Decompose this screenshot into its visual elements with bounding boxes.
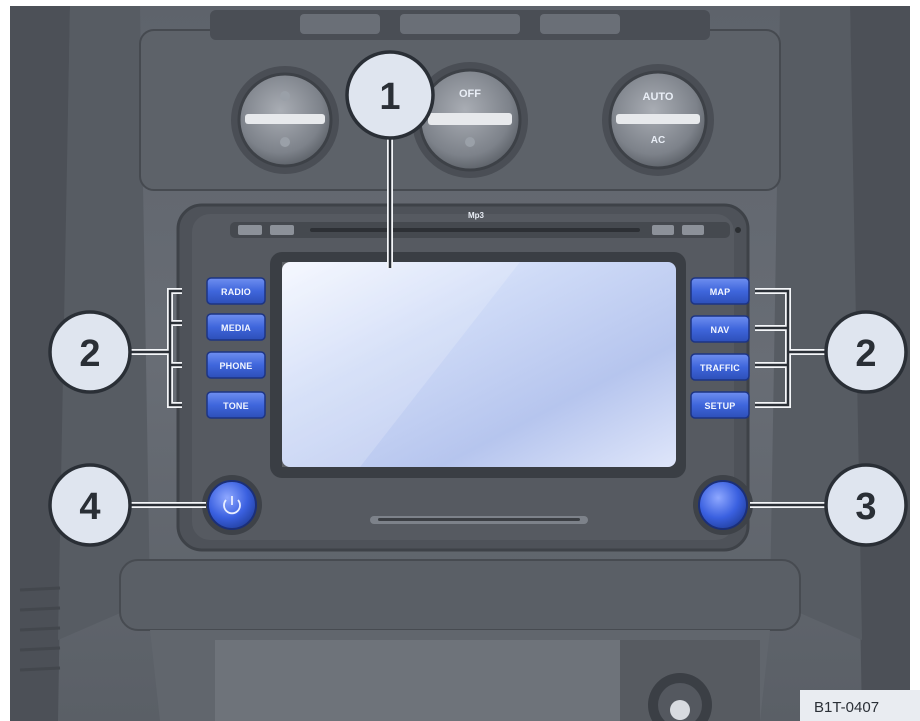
- callout-3: 3: [824, 463, 908, 547]
- callout-1-number: 1: [379, 76, 400, 118]
- callout-2-right: 2: [824, 310, 908, 394]
- setup-button[interactable]: SETUP: [690, 391, 750, 419]
- radio-navigation-figure: OFF AUTO AC Mp3 RADIO MEDIA PHONE TONE M…: [0, 0, 920, 721]
- map-button-label: MAP: [710, 287, 731, 297]
- figure-reference: B1T-0407: [800, 690, 920, 721]
- tone-button[interactable]: TONE: [206, 391, 266, 419]
- media-button[interactable]: MEDIA: [206, 313, 266, 341]
- phone-button-label: PHONE: [219, 361, 252, 371]
- map-button[interactable]: MAP: [690, 277, 750, 305]
- callout-4-number: 4: [79, 486, 100, 528]
- climate-knob-left[interactable]: [231, 66, 339, 174]
- tone-button-label: TONE: [223, 401, 249, 411]
- climate-knob-right[interactable]: AUTO AC: [602, 64, 714, 176]
- display-screen[interactable]: [270, 252, 686, 478]
- callout-4: 4: [48, 463, 132, 547]
- climate-auto-label: AUTO: [643, 91, 674, 103]
- traffic-button-label: TRAFFIC: [700, 363, 740, 373]
- radio-button-label: RADIO: [221, 287, 251, 297]
- callout-2-left-number: 2: [79, 333, 100, 375]
- power-volume-knob[interactable]: [202, 475, 262, 535]
- callout-2-left: 2: [48, 310, 132, 394]
- callout-1: 1: [345, 50, 435, 140]
- climate-ac-label: AC: [651, 135, 665, 146]
- callout-3-number: 3: [855, 486, 876, 528]
- climate-off-label: OFF: [459, 88, 481, 100]
- callout-2-right-number: 2: [855, 333, 876, 375]
- radio-button[interactable]: RADIO: [206, 277, 266, 305]
- nav-button-label: NAV: [711, 325, 730, 335]
- nav-button[interactable]: NAV: [690, 315, 750, 343]
- media-button-label: MEDIA: [221, 323, 251, 333]
- phone-button[interactable]: PHONE: [206, 351, 266, 379]
- traffic-button[interactable]: TRAFFIC: [690, 353, 750, 381]
- setup-button-label: SETUP: [704, 401, 735, 411]
- setting-knob[interactable]: [693, 475, 753, 535]
- disc-slot-label: Mp3: [468, 211, 485, 220]
- figure-reference-label: B1T-0407: [814, 699, 879, 716]
